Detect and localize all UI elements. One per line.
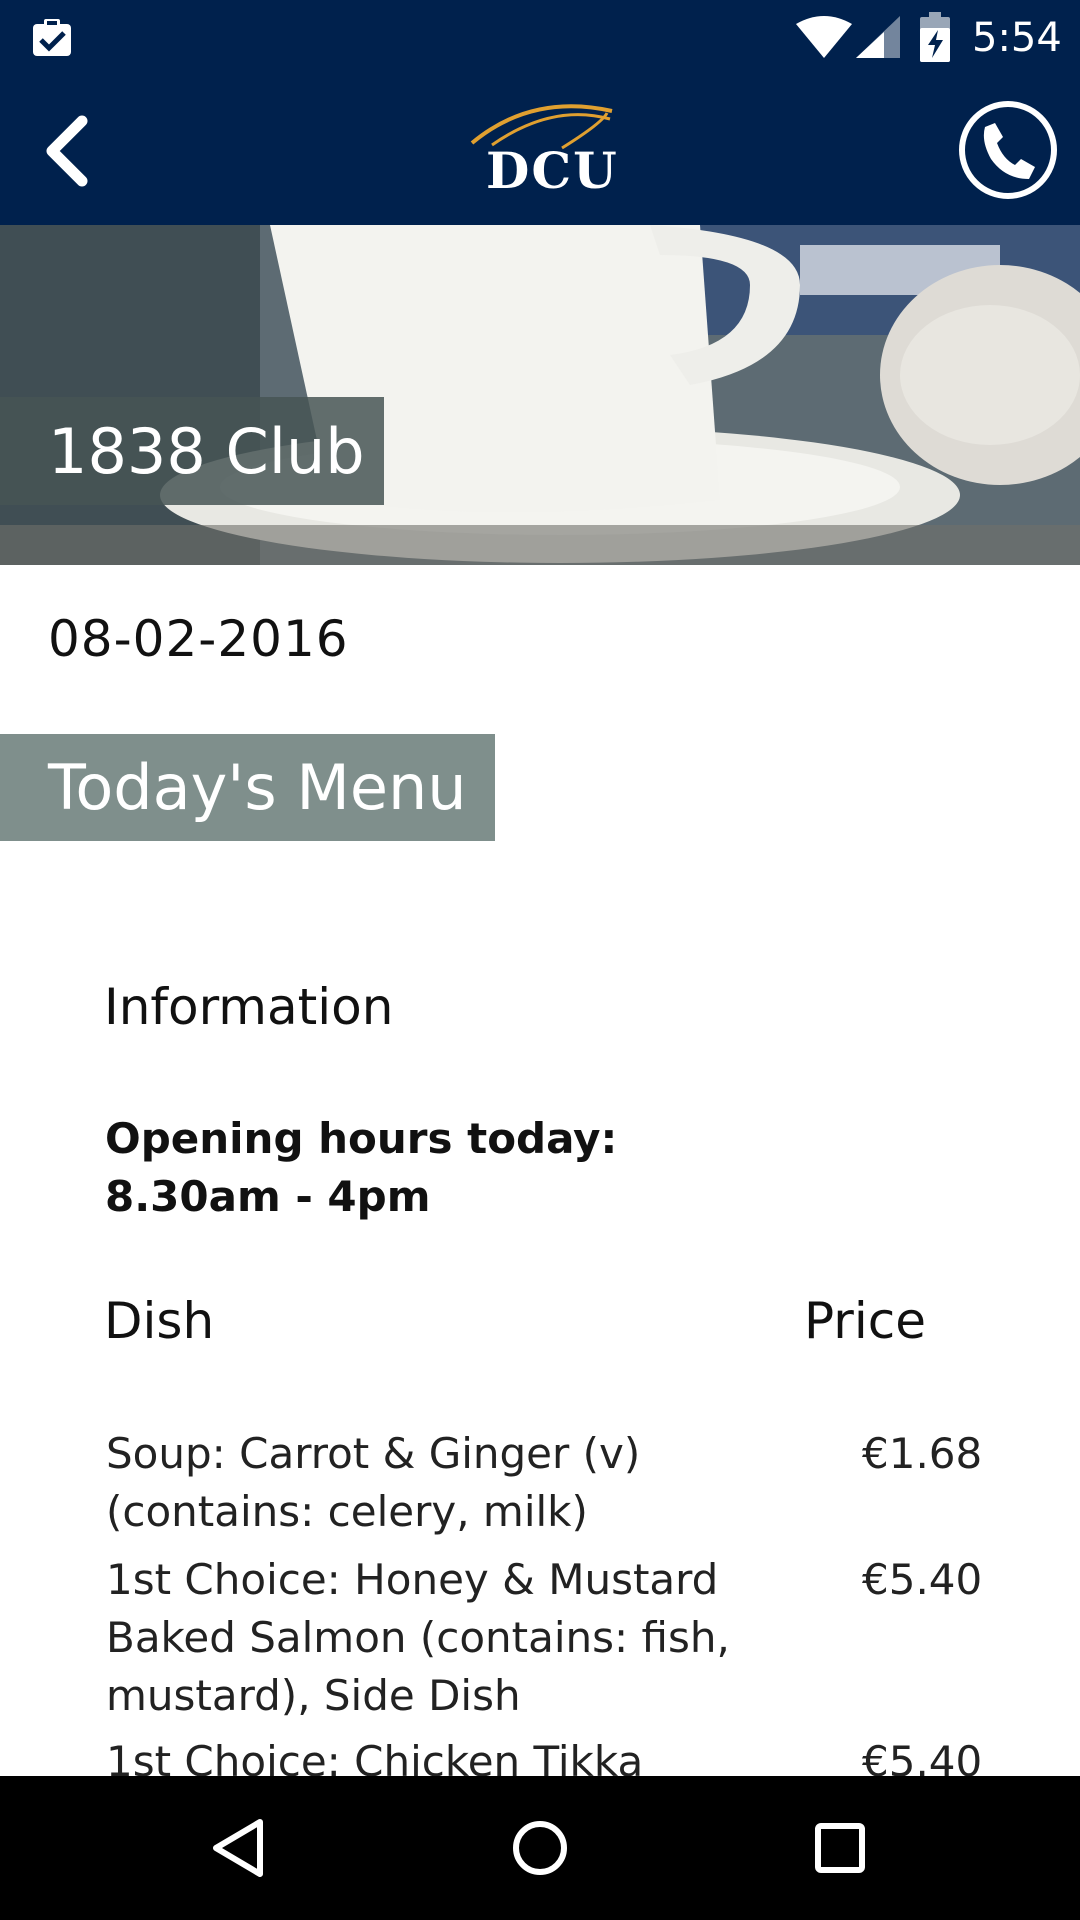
coffee-cup-photo xyxy=(0,225,1080,565)
logo-text: DCU xyxy=(486,141,619,200)
back-button[interactable] xyxy=(30,105,120,195)
nav-home-icon xyxy=(504,1821,576,1888)
nav-back-icon xyxy=(202,1819,274,1888)
hero-image: 1838 Club xyxy=(0,225,1080,565)
app-bar: DCU xyxy=(0,75,1080,225)
dish-name: 1st Choice: Honey & Mustard Baked Salmon… xyxy=(106,1555,730,1720)
back-arrow-icon xyxy=(30,115,120,199)
price-column-header: Price xyxy=(804,1292,926,1350)
status-bar: 5:54 xyxy=(0,0,1080,75)
todays-menu-tag: Today's Menu xyxy=(0,734,495,841)
information-heading: Information xyxy=(104,978,394,1036)
battery-charging-icon xyxy=(920,12,950,66)
dish-column-header: Dish xyxy=(104,1292,215,1350)
hero-title-box: 1838 Club xyxy=(0,397,384,505)
dish-name: Soup: Carrot & Ginger (v) (contains: cel… xyxy=(106,1429,641,1536)
nav-recents-icon xyxy=(804,1823,876,1888)
wifi-icon xyxy=(796,16,852,64)
menu-date: 08-02-2016 xyxy=(48,610,349,668)
call-button[interactable] xyxy=(955,97,1061,203)
dcu-logo: DCU xyxy=(462,93,622,203)
nav-home-button[interactable] xyxy=(504,1812,576,1884)
page-title: 1838 Club xyxy=(48,415,365,488)
opening-hours: Opening hours today: 8.30am - 4pm xyxy=(105,1114,618,1221)
status-time: 5:54 xyxy=(972,15,1062,61)
todays-menu-title: Today's Menu xyxy=(48,751,467,824)
signal-icon xyxy=(856,16,902,64)
nav-recents-button[interactable] xyxy=(804,1812,876,1884)
dish-price: €5.40 xyxy=(862,1555,983,1604)
dish-price: €1.68 xyxy=(862,1429,983,1478)
phone-icon xyxy=(955,101,1061,207)
system-nav-bar xyxy=(0,1776,1080,1920)
nav-back-button[interactable] xyxy=(202,1812,274,1884)
clipboard-check-icon xyxy=(30,16,76,62)
